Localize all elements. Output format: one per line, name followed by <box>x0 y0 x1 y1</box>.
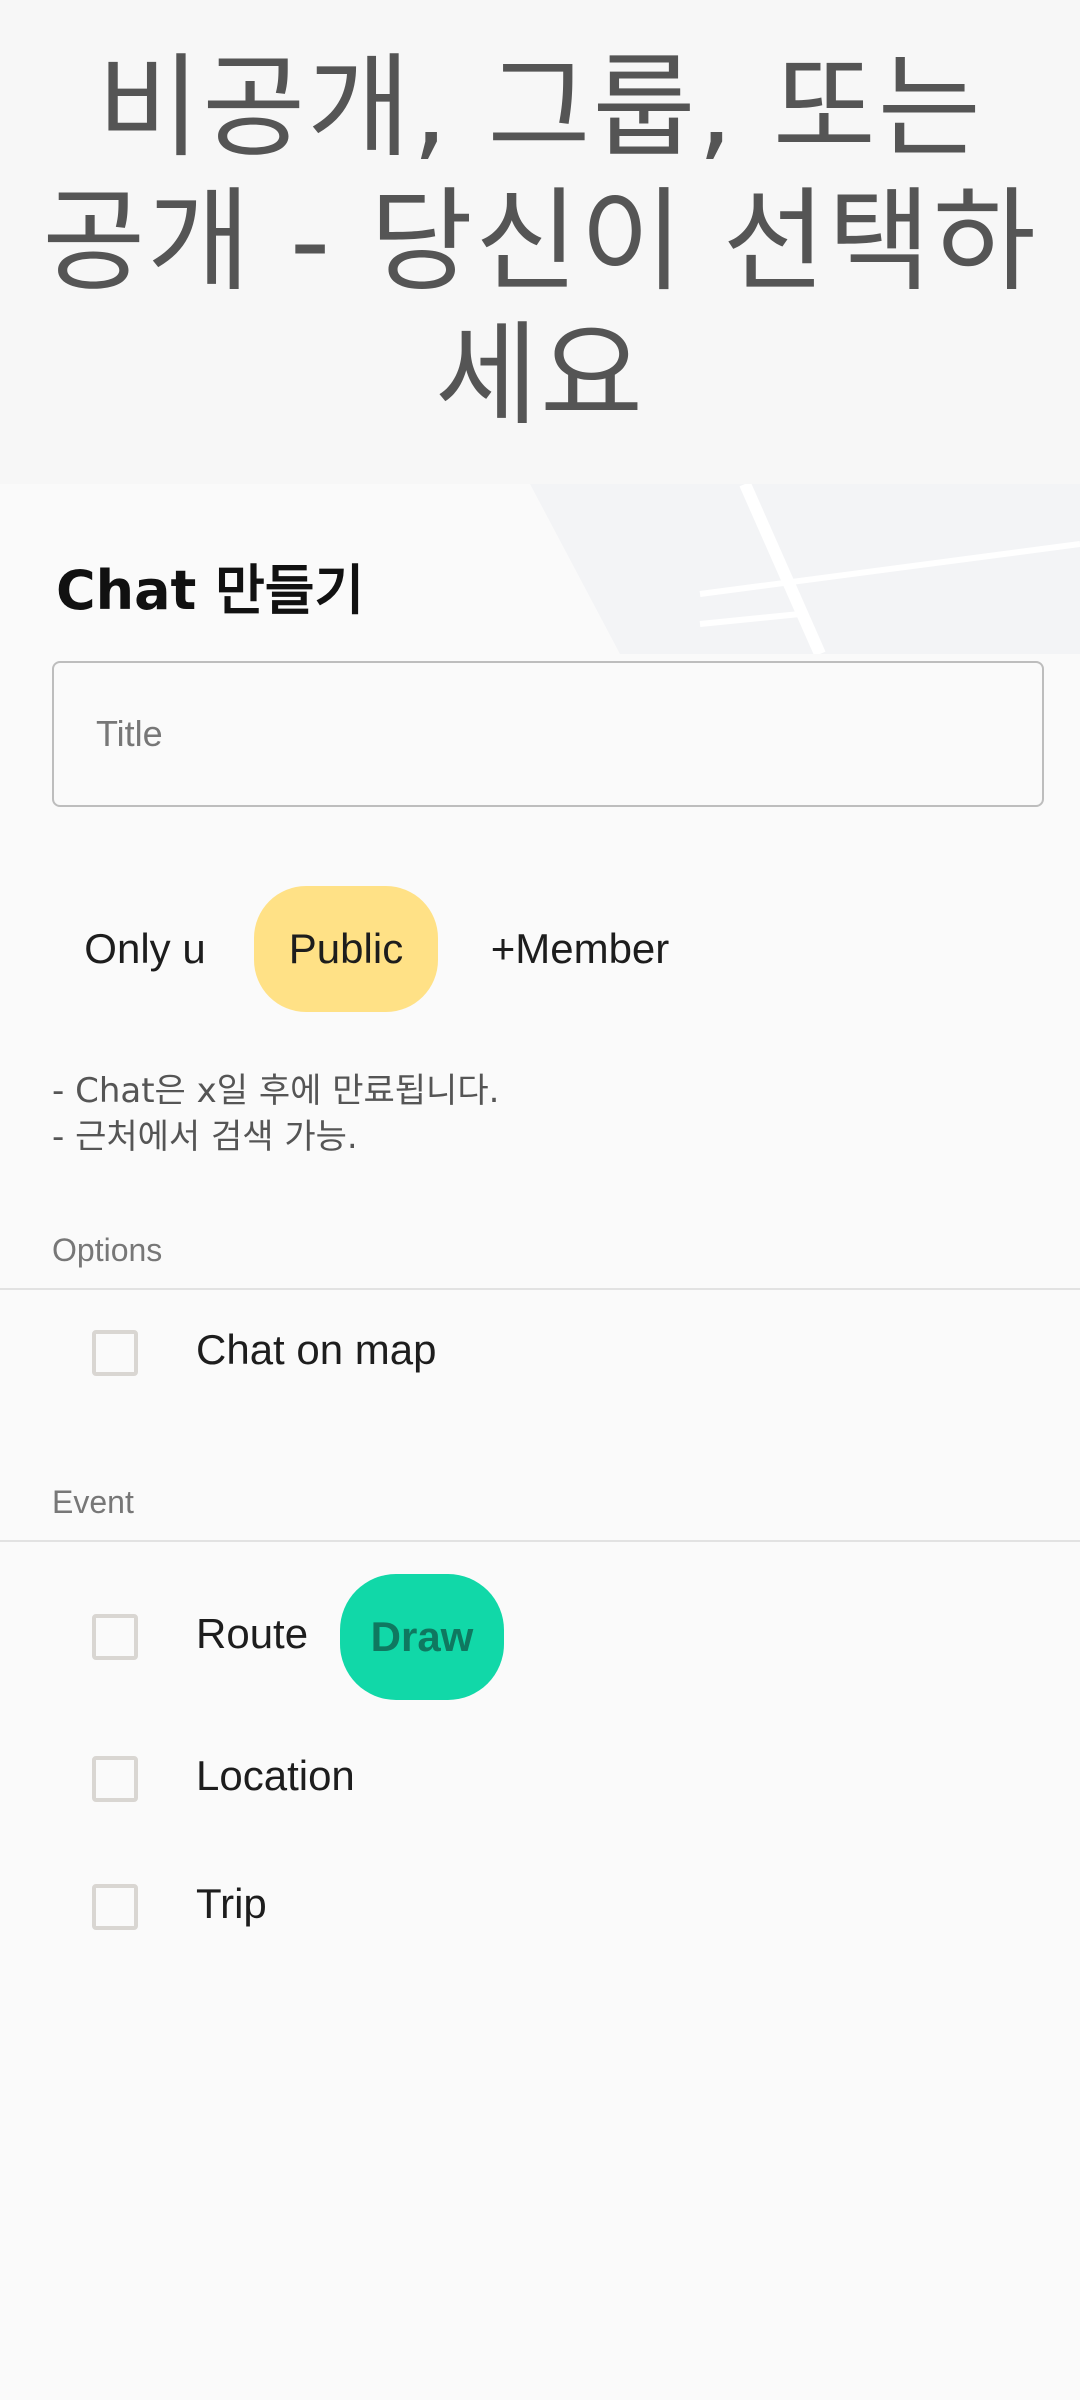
event-row-trip[interactable]: Trip <box>0 1860 1080 1960</box>
event-section-header: Event <box>52 1484 134 1520</box>
location-checkbox[interactable] <box>92 1756 138 1802</box>
visibility-public-option[interactable]: Public <box>254 886 438 1012</box>
visibility-only-me-option[interactable]: Only u <box>56 886 234 1012</box>
event-row-location[interactable]: Location <box>0 1732 1080 1832</box>
options-divider <box>0 1288 1080 1290</box>
draw-route-button[interactable]: Draw <box>340 1574 504 1700</box>
route-label: Route <box>196 1610 309 1657</box>
hero-banner: 비공개, 그룹, 또는 공개 - 당신이 선택하세요 <box>0 0 1080 484</box>
event-divider <box>0 1540 1080 1542</box>
route-checkbox[interactable] <box>92 1614 138 1660</box>
chat-on-map-checkbox[interactable] <box>92 1330 138 1376</box>
visibility-selector: Only u Public +Member <box>0 886 1080 1012</box>
chat-on-map-label: Chat on map <box>196 1326 437 1373</box>
visibility-member-option[interactable]: +Member <box>470 886 690 1012</box>
description-line: - Chat은 x일 후에 만료됩니다. <box>52 1071 500 1111</box>
hero-title: 비공개, 그룹, 또는 공개 - 당신이 선택하세요 <box>42 43 1038 441</box>
option-row-chat-on-map[interactable]: Chat on map <box>0 1306 1080 1406</box>
trip-checkbox[interactable] <box>92 1884 138 1930</box>
visibility-description: - Chat은 x일 후에 만료됩니다. - 근처에서 검색 가능. <box>52 1068 499 1160</box>
description-line: - 근처에서 검색 가능. <box>52 1117 358 1157</box>
location-label: Location <box>196 1752 355 1799</box>
trip-label: Trip <box>196 1880 267 1927</box>
event-row-route[interactable]: Route <box>0 1590 1080 1690</box>
title-input[interactable] <box>52 661 1044 807</box>
options-section-header: Options <box>52 1232 163 1268</box>
create-chat-heading: Chat 만들기 <box>56 559 365 622</box>
